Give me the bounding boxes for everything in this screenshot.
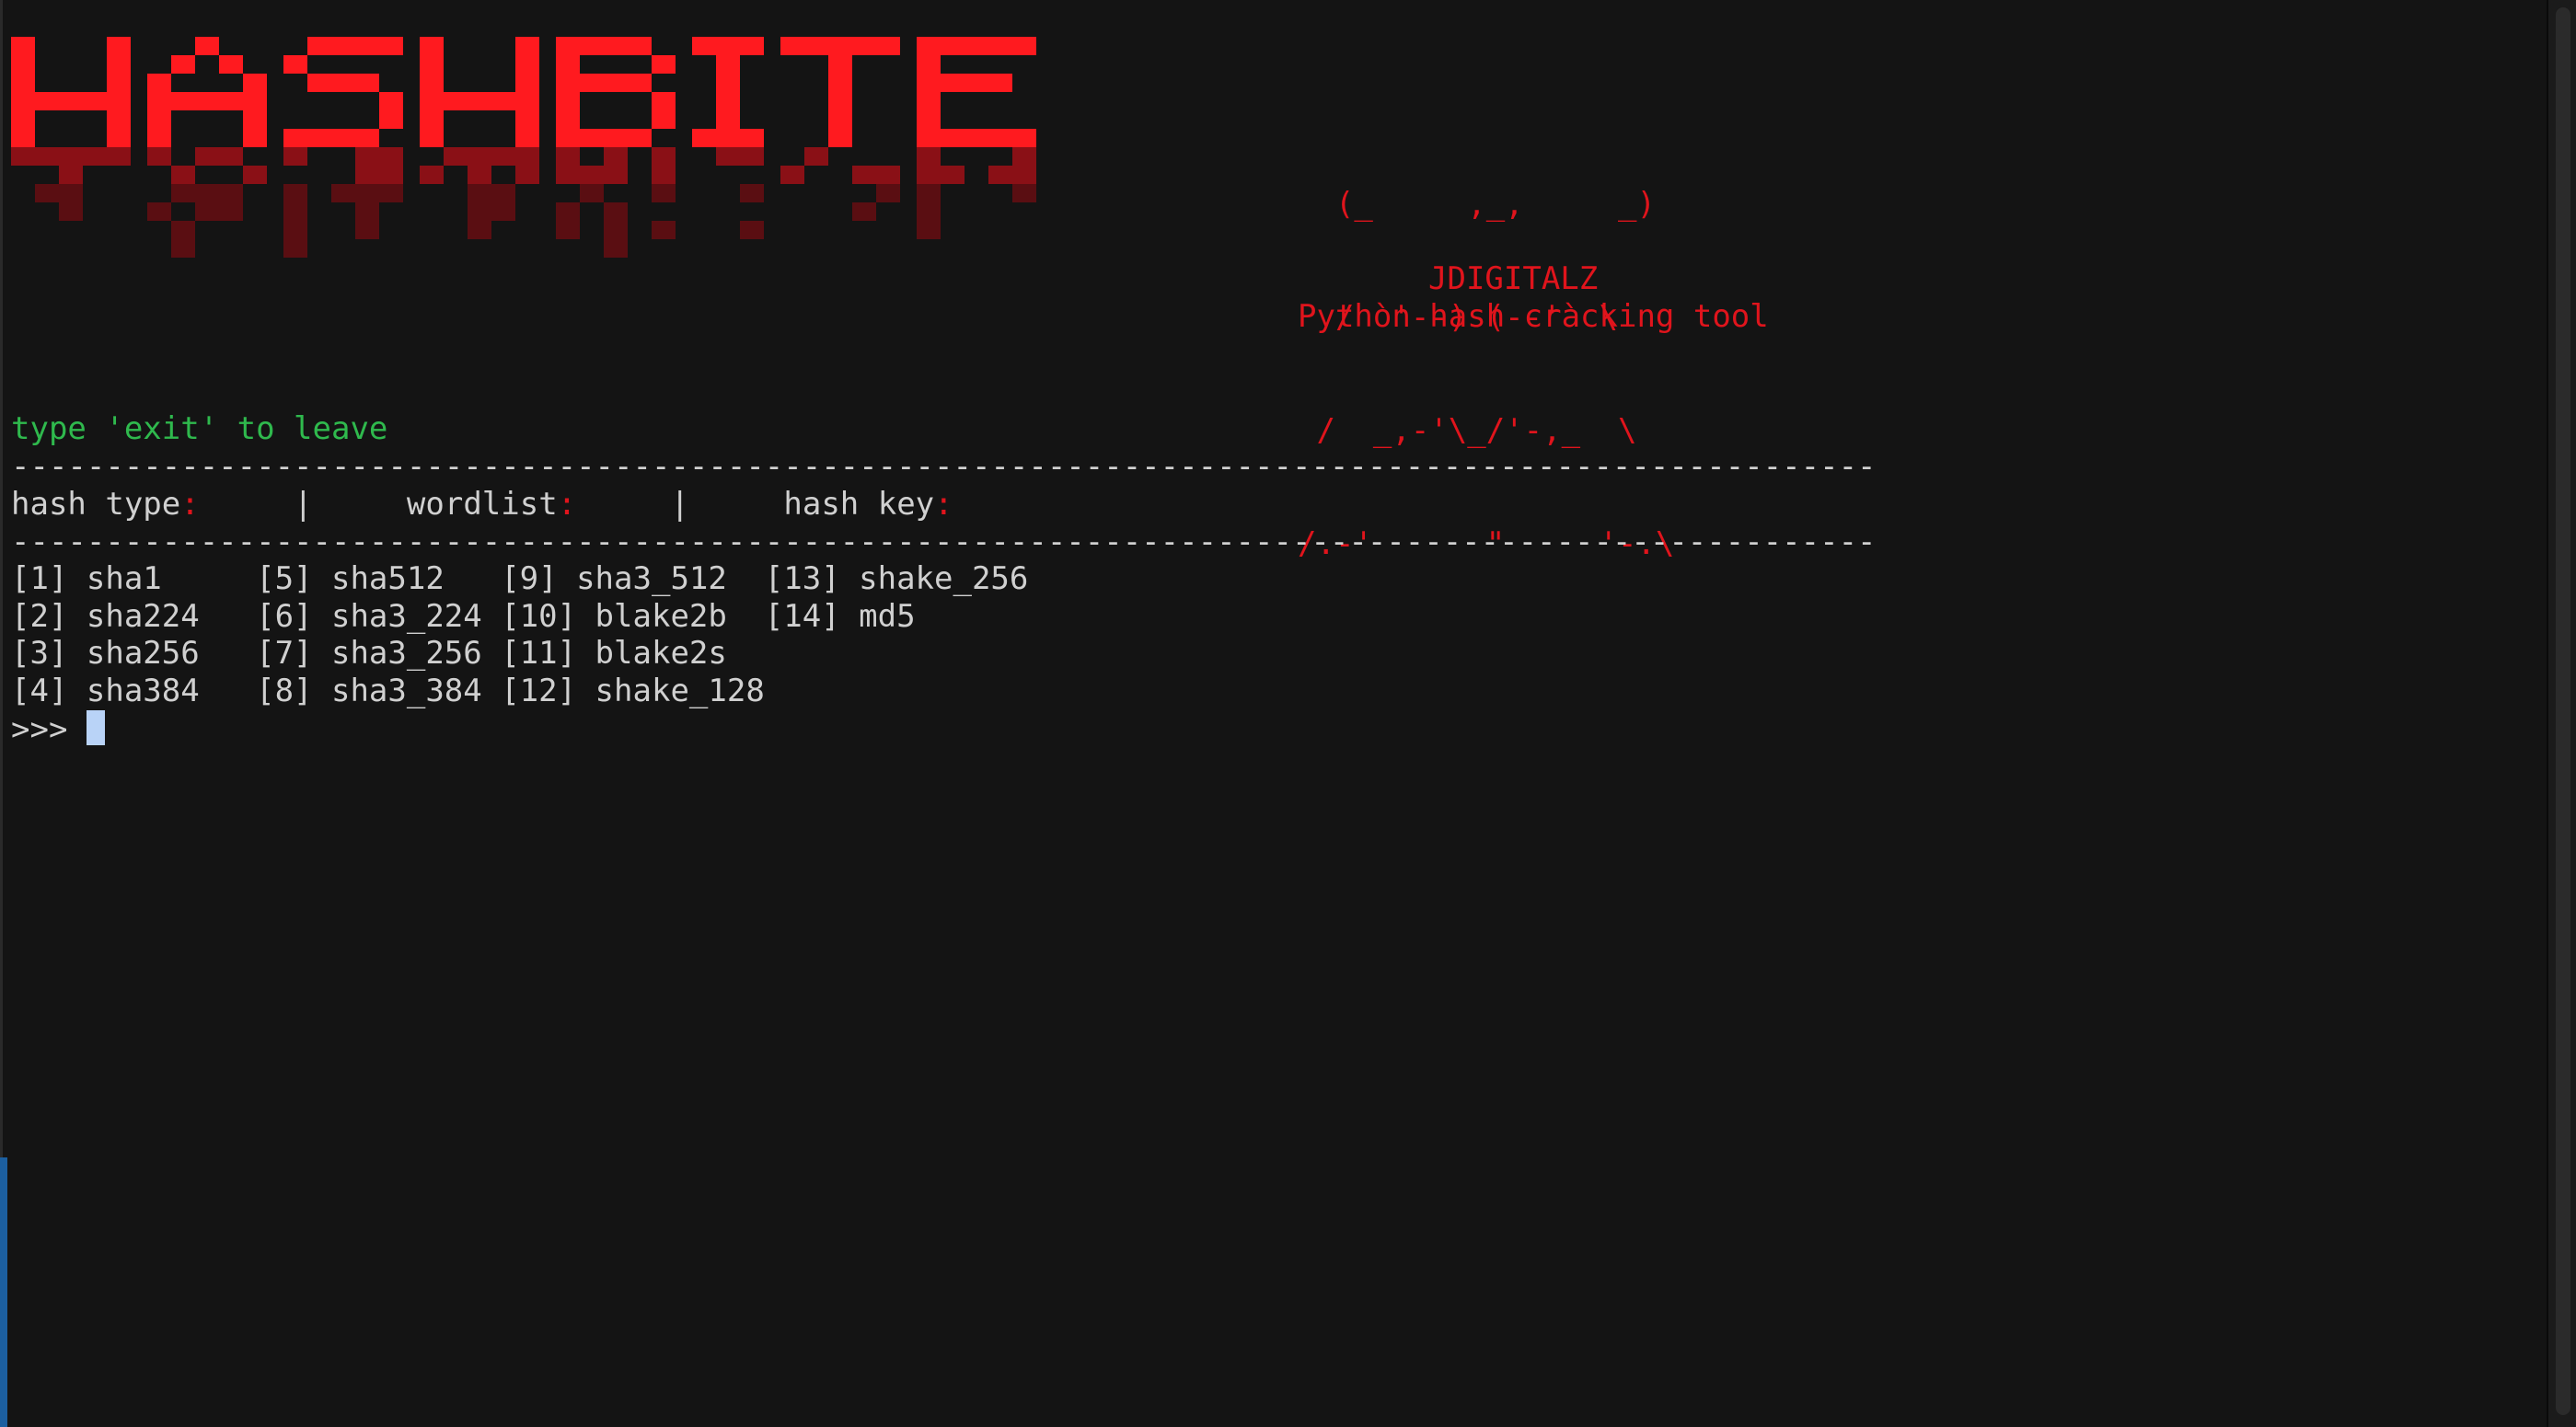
header-pipe: | [294,486,313,523]
wordlist-label: wordlist [406,486,558,523]
bat-art-line: (_ ,_, _) [1298,186,1656,223]
focus-marker [0,1157,7,1427]
hash-key-label: hash key [783,486,935,523]
hash-menu-row: [2] sha224 [6] sha3_224 [10] blake2b [14… [11,598,916,635]
hashbite-logo [11,37,1036,258]
exit-hint: type 'exit' to leave [11,410,388,447]
command-prompt[interactable]: >>> [11,710,105,749]
author-name: JDIGITALZ [1428,260,1599,297]
bat-art-line: / _,-'\_/'-,_ \ [1298,412,1637,449]
input-header: hash type: | wordlist: | hash key: [11,486,953,524]
header-pipe: | [670,486,690,523]
terminal-window[interactable]: (_ ,_, _) / `'--) (--'` \ / _,-'\_/'-,_ … [0,0,2576,1427]
hash-menu-row: [1] sha1 [5] sha512 [9] sha3_512 [13] sh… [11,560,1029,597]
hash-menu-row: [3] sha256 [7] sha3_256 [11] blake2s [11,635,727,672]
wordlist-colon: : [557,486,577,523]
separator-bottom: ----------------------------------------… [11,524,1877,560]
prompt-symbol: >>> [11,711,87,748]
scrollbar-thumb[interactable] [2556,7,2570,1415]
separator-top: ----------------------------------------… [11,448,1877,485]
scrollbar[interactable] [2547,0,2576,1427]
hash-type-colon: : [180,486,200,523]
hash-type-label: hash type [11,486,181,523]
tool-tagline: Python hash cracking tool [1298,298,1769,335]
text-cursor[interactable] [86,710,105,745]
hash-menu-row: [4] sha384 [8] sha3_384 [12] shake_128 [11,673,765,709]
hash-key-colon: : [934,486,953,523]
